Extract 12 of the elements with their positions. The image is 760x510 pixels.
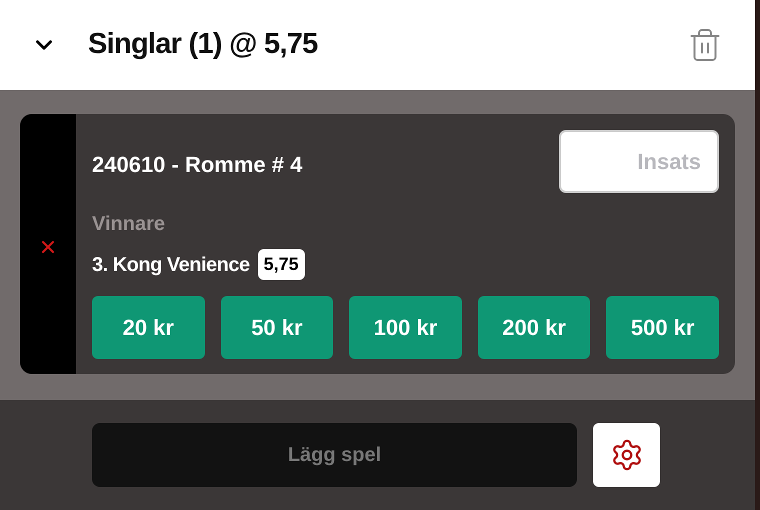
amount-button[interactable]: 500 kr <box>606 296 719 359</box>
selection-name: 3. Kong Venience <box>92 252 250 278</box>
section-title: Singlar (1) @ 5,75 <box>88 27 318 62</box>
stake-field[interactable]: Insats <box>559 130 719 193</box>
amount-button[interactable]: 200 kr <box>478 296 590 359</box>
amount-button[interactable]: 50 kr <box>220 296 334 359</box>
settings-button[interactable] <box>593 423 660 487</box>
market-label: Vinnare <box>92 212 166 237</box>
amount-button[interactable]: 100 kr <box>349 296 462 359</box>
amount-button[interactable]: 20 kr <box>92 296 205 359</box>
race-title: 240610 - Romme # 4 <box>92 151 302 179</box>
odds-badge: 5,75 <box>258 249 305 280</box>
